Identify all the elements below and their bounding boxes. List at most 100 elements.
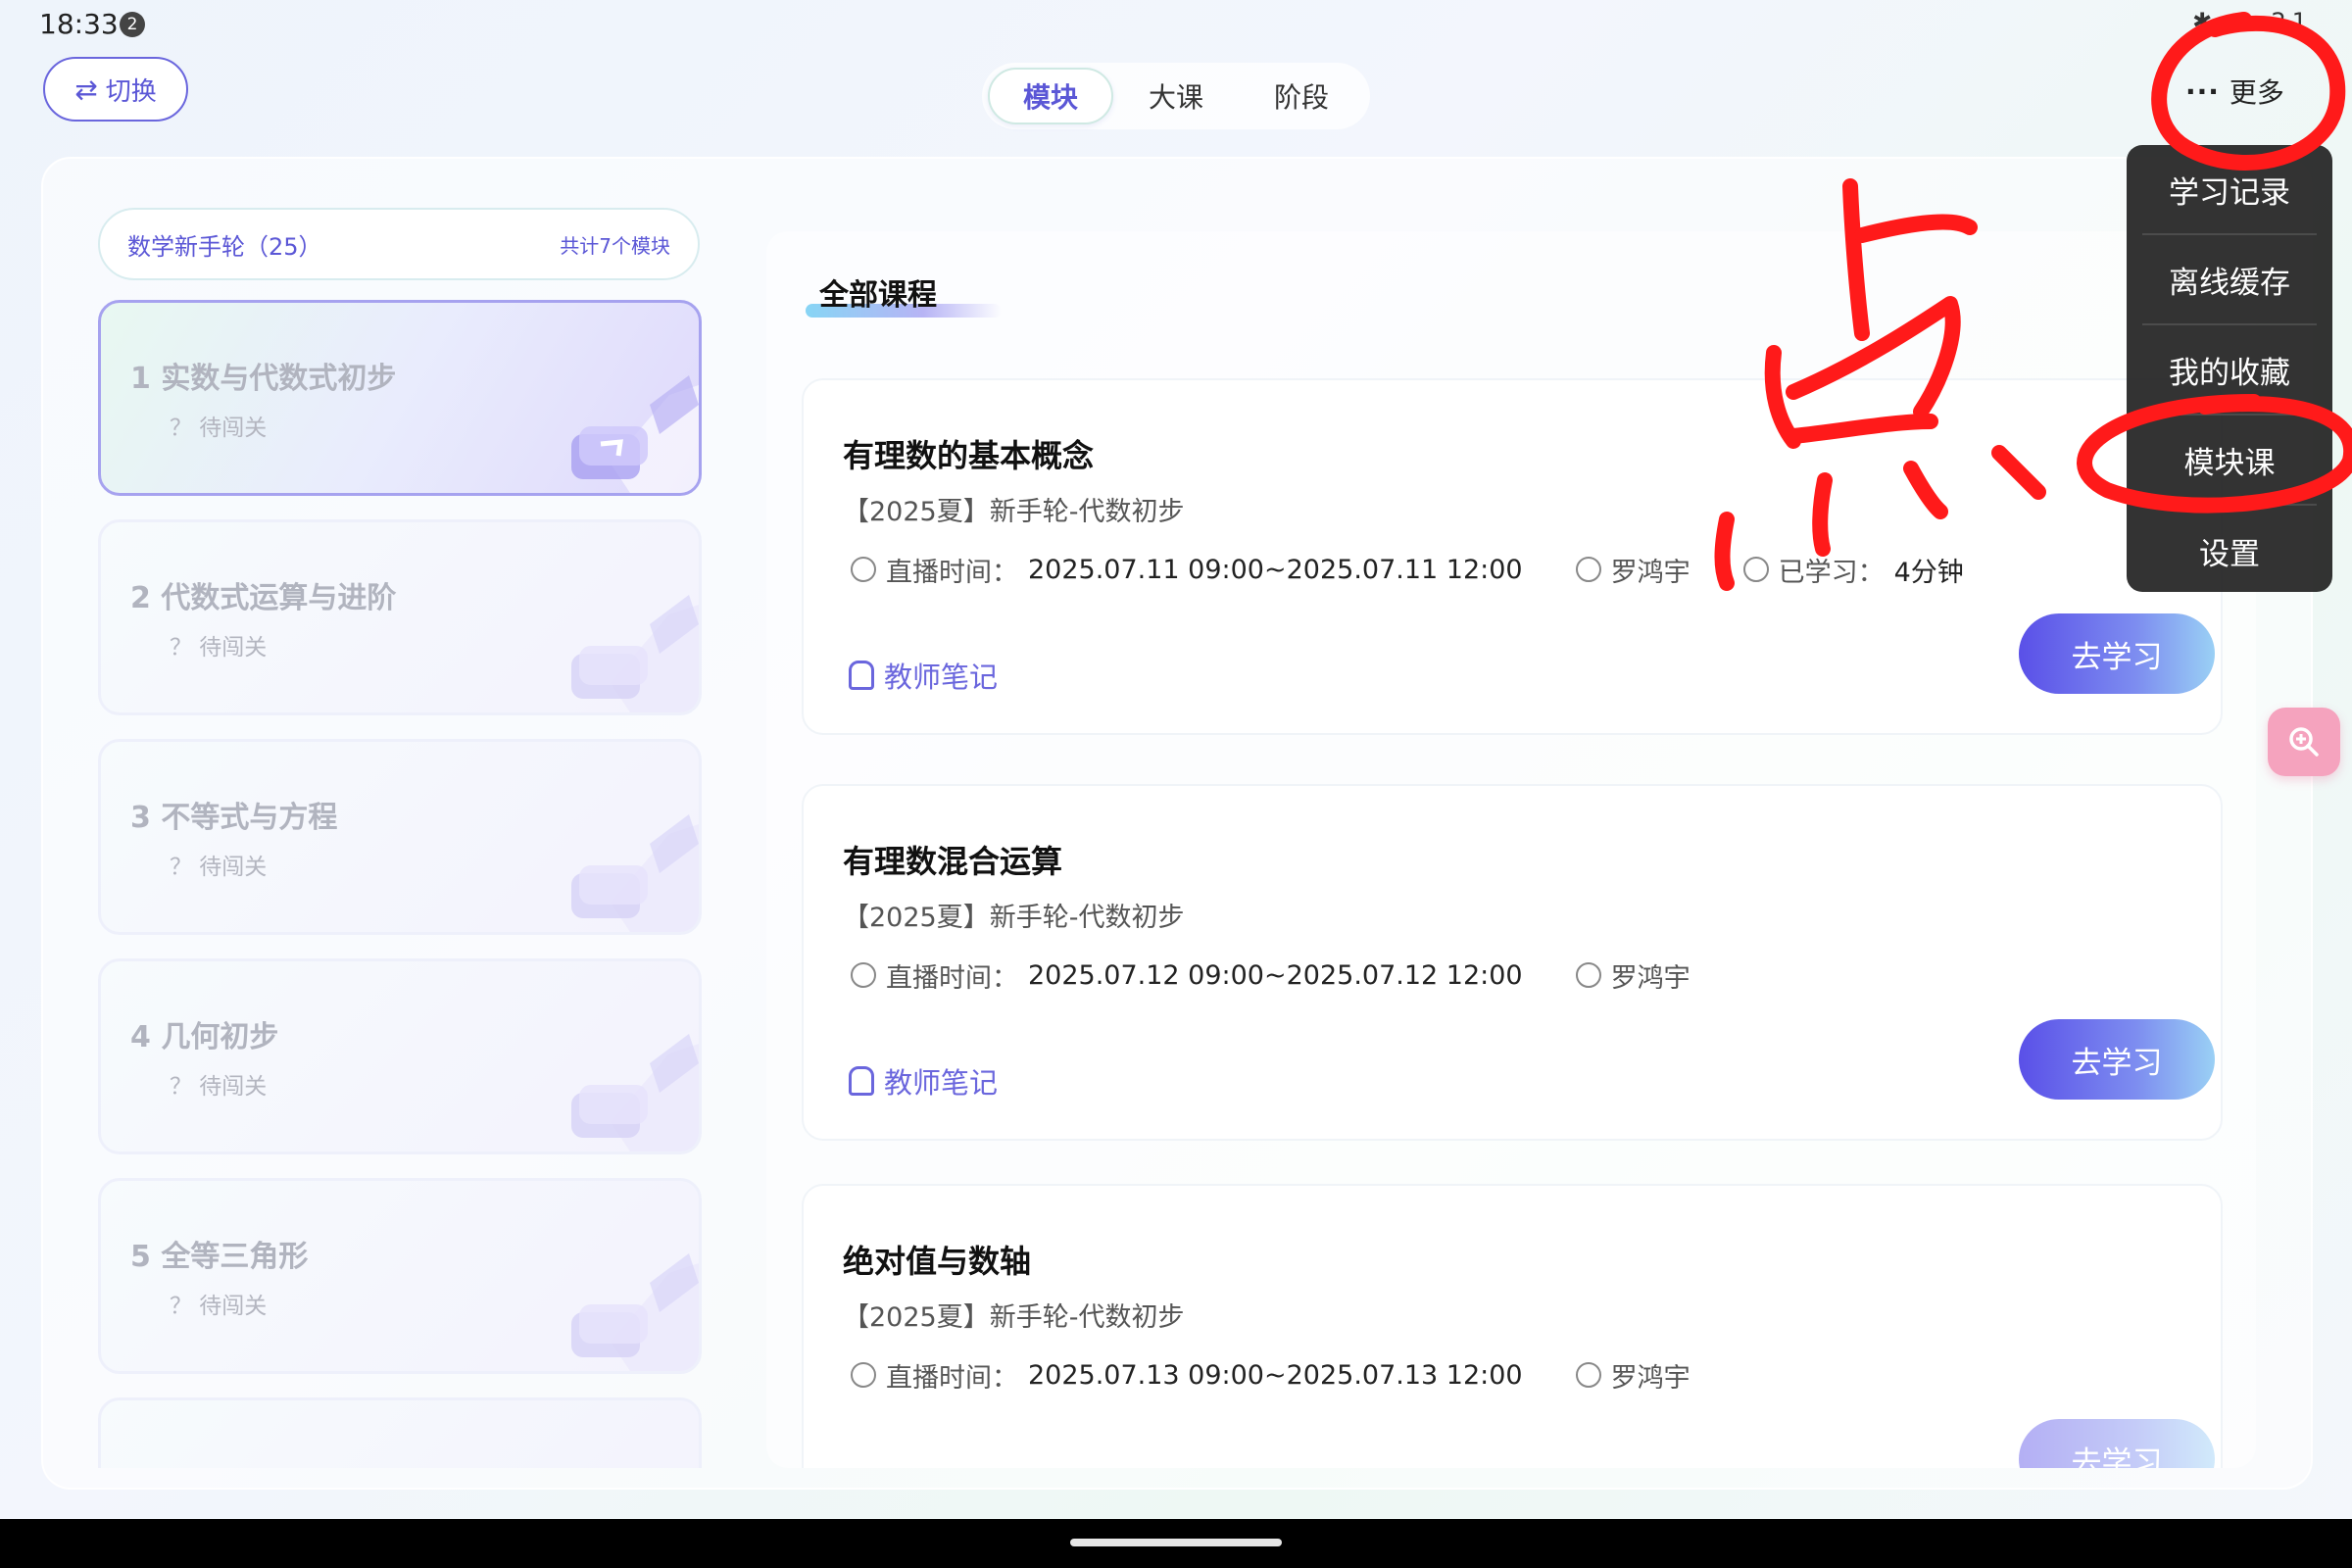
status-bar: 18:33 2 ✱ ◠ 21 (0, 0, 2352, 49)
tab-stage[interactable]: 阶段 (1239, 68, 1364, 124)
clock-icon (851, 557, 876, 582)
course-subtitle: 【2025夏】新手轮-代数初步 (843, 903, 1185, 933)
teacher-notes-link[interactable]: 教师笔记 (849, 655, 998, 696)
zoom-search-button[interactable] (2268, 708, 2340, 776)
course-card[interactable]: 有理数的基本概念 【2025夏】新手轮-代数初步 直播时间： 2025.07.11… (802, 378, 2223, 735)
teacher-notes-label: 教师笔记 (884, 661, 999, 694)
subject-name: 数学新手轮（25） (127, 232, 322, 261)
teacher-notes-link[interactable]: 教师笔记 (849, 1060, 998, 1102)
module-card[interactable]: 5 全等三角形 ？ 待闯关 (98, 1178, 702, 1374)
live-time-value: 2025.07.11 09:00~2025.07.11 12:00 (1028, 554, 1523, 585)
notes-icon (849, 1066, 874, 1096)
module-status: ？ 待闯关 (170, 855, 268, 880)
switch-label: 切换 (105, 76, 157, 107)
module-status: ？ 待闯关 (170, 1294, 268, 1319)
module-card-partial[interactable] (98, 1397, 702, 1468)
live-time-value: 2025.07.13 09:00~2025.07.13 12:00 (1028, 1359, 1523, 1391)
module-card[interactable]: 4 几何初步 ？ 待闯关 (98, 958, 702, 1154)
live-time: 直播时间： 2025.07.11 09:00~2025.07.11 12:00 (851, 551, 1523, 589)
tab-bar: 模块 大课 阶段 (982, 63, 1370, 129)
live-time-label: 直播时间： (886, 1362, 1018, 1394)
module-total: 共计7个模块 (560, 233, 670, 258)
course-subtitle: 【2025夏】新手轮-代数初步 (843, 1302, 1185, 1333)
live-time-label: 直播时间： (886, 557, 1018, 588)
person-icon (1575, 1362, 1601, 1388)
swap-icon: ⇄ (74, 73, 98, 106)
tab-module[interactable]: 模块 (988, 68, 1113, 124)
bluetooth-icon: ✱ (2192, 8, 2219, 35)
study-duration: 已学习： 4分钟 (1742, 551, 1964, 589)
studied-value: 4分钟 (1893, 557, 1964, 588)
go-study-button[interactable]: 去学习 (2019, 1019, 2215, 1100)
teacher: 罗鸿宇 (1575, 551, 1690, 589)
book-illustration-icon (571, 375, 699, 493)
module-card[interactable]: 2 代数式运算与进阶 ？ 待闯关 (98, 519, 702, 715)
teacher: 罗鸿宇 (1575, 956, 1690, 995)
teacher-name: 罗鸿宇 (1610, 1362, 1690, 1394)
clock-icon (851, 1362, 876, 1388)
zoom-in-icon (2289, 727, 2319, 757)
section-title: 全部课程 (819, 278, 937, 313)
course-meta: 直播时间： 2025.07.11 09:00~2025.07.11 12:00 罗… (851, 551, 2017, 589)
book-illustration-icon (571, 1034, 699, 1152)
person-icon (1575, 962, 1601, 988)
clock-icon (851, 962, 876, 988)
course-card[interactable]: 有理数混合运算 【2025夏】新手轮-代数初步 直播时间： 2025.07.12 … (802, 784, 2223, 1141)
module-status: ？ 待闯关 (170, 635, 268, 661)
status-time: 18:33 (39, 8, 119, 40)
status-icons: ✱ ◠ 21 (2192, 8, 2313, 35)
studied-label: 已学习： (1778, 557, 1885, 588)
course-card[interactable]: 绝对值与数轴 【2025夏】新手轮-代数初步 直播时间： 2025.07.13 0… (802, 1184, 2223, 1468)
module-title: 1 实数与代数式初步 (130, 362, 397, 396)
teacher: 罗鸿宇 (1575, 1356, 1690, 1395)
module-card[interactable]: 1 实数与代数式初步 ？ 待闯关 (98, 300, 702, 496)
module-sidebar: 数学新手轮（25） 共计7个模块 1 实数与代数式初步 ？ 待闯关 2 代数式运… (67, 184, 735, 1468)
book-illustration-icon (571, 1253, 699, 1371)
book-illustration-icon (571, 595, 699, 712)
course-subtitle: 【2025夏】新手轮-代数初步 (843, 497, 1185, 527)
book-illustration-icon (571, 814, 699, 932)
wifi-icon: ◠ (2230, 8, 2258, 35)
system-nav-bar (0, 1519, 2352, 1568)
home-gesture-handle[interactable] (1070, 1539, 1282, 1546)
module-title: 2 代数式运算与进阶 (130, 581, 397, 615)
notification-badge: 2 (120, 12, 145, 37)
person-icon (1575, 557, 1601, 582)
live-time: 直播时间： 2025.07.12 09:00~2025.07.12 12:00 (851, 956, 1523, 995)
course-list-area: 全部课程 有理数的基本概念 【2025夏】新手轮-代数初步 直播时间： 2025.… (766, 231, 2256, 1468)
more-label: 更多 (2229, 76, 2284, 109)
menu-item-offline-cache[interactable]: 离线缓存 (2142, 235, 2317, 325)
tab-big-course[interactable]: 大课 (1113, 68, 1239, 124)
teacher-notes-label: 教师笔记 (884, 1066, 999, 1100)
course-title: 有理数的基本概念 (843, 437, 1095, 474)
menu-item-settings[interactable]: 设置 (2142, 506, 2317, 596)
module-title: 3 不等式与方程 (130, 801, 338, 835)
menu-item-study-record[interactable]: 学习记录 (2142, 145, 2317, 235)
live-time: 直播时间： 2025.07.13 09:00~2025.07.13 12:00 (851, 1356, 1523, 1395)
menu-item-favorites[interactable]: 我的收藏 (2142, 325, 2317, 416)
go-study-button[interactable]: 去学习 (2019, 1419, 2215, 1468)
teacher-name: 罗鸿宇 (1610, 962, 1690, 994)
notes-icon (849, 661, 874, 690)
teacher-name: 罗鸿宇 (1610, 557, 1690, 588)
live-time-label: 直播时间： (886, 962, 1018, 994)
course-meta: 直播时间： 2025.07.12 09:00~2025.07.12 12:00 罗… (851, 956, 1743, 995)
more-menu: 学习记录 离线缓存 我的收藏 模块课 设置 (2127, 145, 2332, 592)
course-title: 绝对值与数轴 (843, 1243, 1032, 1280)
module-card[interactable]: 3 不等式与方程 ？ 待闯关 (98, 739, 702, 935)
more-button[interactable]: ··· 更多 (2185, 67, 2323, 116)
module-title: 5 全等三角形 (130, 1240, 309, 1274)
clock-icon (1742, 557, 1769, 582)
ellipsis-icon: ··· (2185, 74, 2220, 108)
module-status: ？ 待闯关 (170, 416, 268, 441)
subject-selector[interactable]: 数学新手轮（25） 共计7个模块 (98, 208, 700, 280)
course-title: 有理数混合运算 (843, 843, 1063, 880)
live-time-value: 2025.07.12 09:00~2025.07.12 12:00 (1028, 959, 1523, 991)
switch-button[interactable]: ⇄ 切换 (43, 57, 188, 122)
module-title: 4 几何初步 (130, 1020, 279, 1054)
battery-level: 21 (2271, 8, 2313, 35)
go-study-button[interactable]: 去学习 (2019, 613, 2215, 694)
module-status: ？ 待闯关 (170, 1074, 268, 1100)
menu-item-module-course[interactable]: 模块课 (2142, 416, 2317, 506)
course-meta: 直播时间： 2025.07.13 09:00~2025.07.13 12:00 罗… (851, 1356, 1743, 1395)
